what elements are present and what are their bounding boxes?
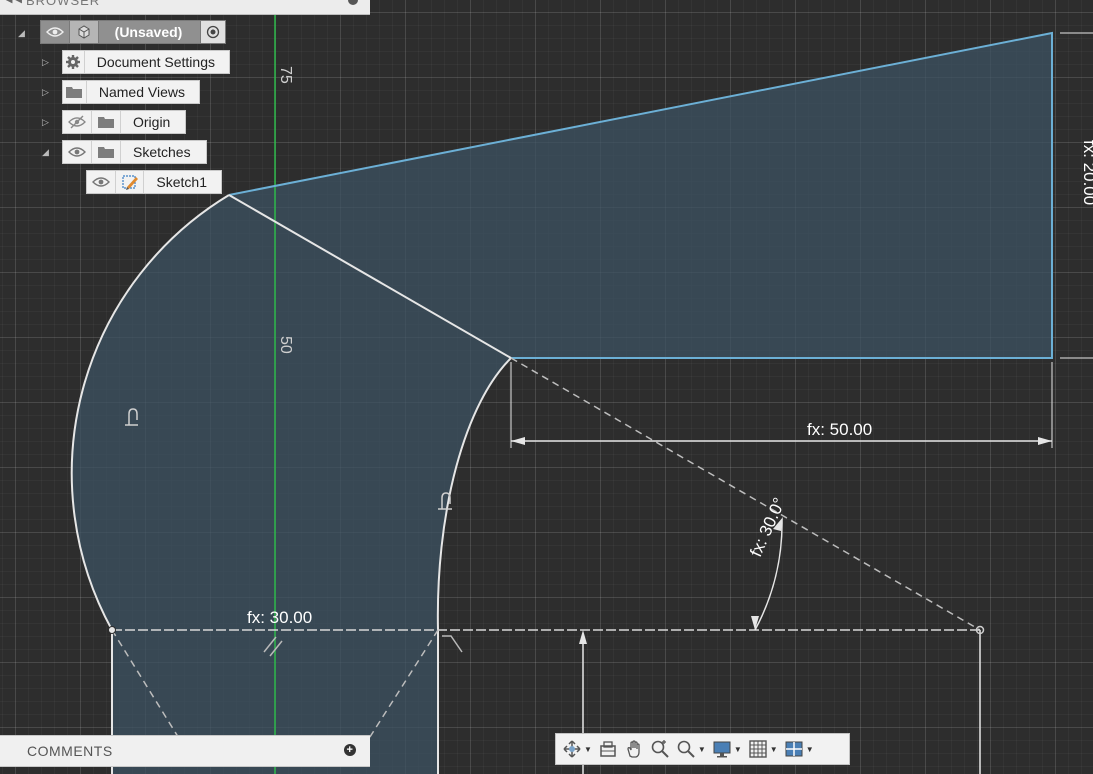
sketch-icon bbox=[116, 171, 145, 193]
ruler-label-75: 75 bbox=[277, 66, 294, 84]
dim-30-arrow bbox=[579, 630, 587, 644]
dim-50-arrow-left bbox=[511, 437, 525, 445]
visibility-eye-icon[interactable] bbox=[87, 171, 116, 193]
add-comment-icon[interactable]: + bbox=[344, 744, 356, 756]
grid-settings-icon bbox=[748, 739, 768, 759]
pin-icon[interactable] bbox=[348, 0, 358, 5]
tree-item-label: Origin bbox=[133, 114, 171, 130]
viewports-tool[interactable]: ▼ bbox=[784, 737, 814, 761]
zoom-tool[interactable] bbox=[650, 737, 670, 761]
tree-item-label: Sketch1 bbox=[156, 174, 207, 190]
dim-50-arrow-right bbox=[1038, 437, 1052, 445]
expand-toggle-named-views[interactable]: ▷ bbox=[42, 87, 52, 97]
expand-toggle-sketches[interactable]: ◢ bbox=[42, 147, 52, 157]
tree-item-label: Sketches bbox=[133, 144, 191, 160]
folder-icon bbox=[92, 141, 121, 163]
navigation-toolbar: ▼ ▼ ▼ ▼ ▼ bbox=[555, 733, 850, 765]
chevron-down-icon[interactable]: ▼ bbox=[734, 745, 742, 754]
dim-50-text[interactable]: fx: 50.00 bbox=[807, 420, 872, 439]
tree-item-document-settings[interactable]: Document Settings bbox=[62, 50, 230, 76]
gear-icon bbox=[63, 51, 85, 73]
folder-icon bbox=[92, 111, 121, 133]
viewports-icon bbox=[784, 739, 804, 759]
ruler-label-50: 50 bbox=[277, 336, 294, 354]
expand-toggle-document-settings[interactable]: ▷ bbox=[42, 57, 52, 67]
tree-item-sketches[interactable]: Sketches bbox=[62, 140, 207, 166]
comments-panel[interactable]: COMMENTS + bbox=[0, 735, 370, 767]
comments-label: COMMENTS bbox=[27, 743, 113, 759]
construction-line-angle bbox=[510, 357, 981, 631]
tree-item-unsaved[interactable]: (Unsaved) bbox=[40, 20, 226, 46]
look-at-tool[interactable] bbox=[598, 737, 618, 761]
expand-toggle-root[interactable]: ◢ bbox=[18, 28, 28, 38]
dim-30-text[interactable]: fx: 30.00 bbox=[247, 608, 312, 627]
grid-settings-tool[interactable]: ▼ bbox=[748, 737, 778, 761]
tree-item-sketch1[interactable]: Sketch1 bbox=[86, 170, 222, 196]
orbit-icon bbox=[562, 739, 582, 759]
display-settings-tool[interactable]: ▼ bbox=[712, 737, 742, 761]
perpendicular-constraint-icon[interactable] bbox=[442, 635, 463, 653]
tree-item-origin[interactable]: Origin bbox=[62, 110, 186, 136]
zoom-window-tool[interactable]: ▼ bbox=[676, 737, 706, 761]
tree-item-named-views[interactable]: Named Views bbox=[62, 80, 200, 106]
pan-tool[interactable] bbox=[624, 737, 644, 761]
zoom-icon bbox=[650, 739, 670, 759]
pan-icon bbox=[624, 739, 644, 759]
zoom-window-icon bbox=[676, 739, 696, 759]
tree-item-label: Named Views bbox=[98, 84, 185, 100]
tree-item-label: Document Settings bbox=[96, 54, 215, 70]
visibility-eye-icon[interactable] bbox=[41, 21, 70, 43]
chevron-down-icon[interactable]: ▼ bbox=[806, 745, 814, 754]
component-box-icon bbox=[70, 21, 99, 43]
look-at-icon bbox=[598, 739, 618, 759]
browser-header[interactable]: ◀◀ BROWSER bbox=[0, 0, 370, 15]
activate-radio-icon[interactable] bbox=[200, 21, 225, 43]
expand-toggle-origin[interactable]: ▷ bbox=[42, 117, 52, 127]
orbit-tool[interactable]: ▼ bbox=[562, 737, 592, 761]
display-settings-icon bbox=[712, 739, 732, 759]
chevron-down-icon[interactable]: ▼ bbox=[770, 745, 778, 754]
hidden-eye-icon[interactable] bbox=[63, 111, 92, 133]
folder-icon bbox=[63, 81, 87, 103]
dim-height-text[interactable]: fx: 20.00 bbox=[1080, 140, 1093, 205]
chevron-down-icon[interactable]: ▼ bbox=[698, 745, 706, 754]
sketch-point-left[interactable] bbox=[108, 626, 116, 634]
visibility-eye-icon[interactable] bbox=[63, 141, 92, 163]
tree-item-label: (Unsaved) bbox=[114, 24, 183, 40]
browser-title: BROWSER bbox=[26, 0, 101, 8]
chevron-down-icon[interactable]: ▼ bbox=[584, 745, 592, 754]
collapse-panel-icon[interactable]: ◀◀ bbox=[4, 0, 23, 5]
